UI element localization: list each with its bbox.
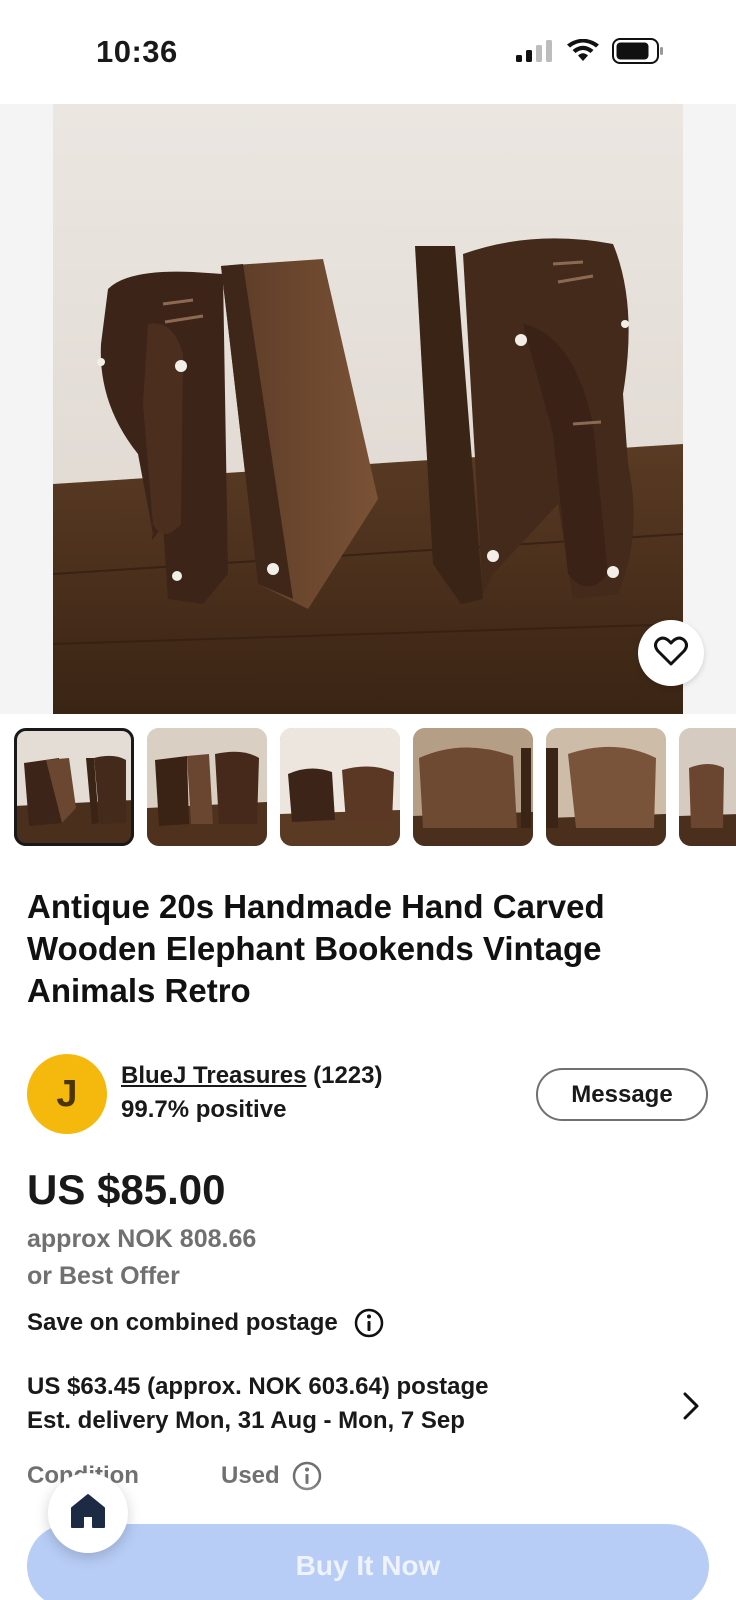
- postage-row[interactable]: US $63.45 (approx. NOK 603.64) postage E…: [27, 1370, 717, 1438]
- listing-title: Antique 20s Handmade Hand Carved Wooden …: [27, 888, 605, 1009]
- status-bar: 10:36: [0, 0, 736, 104]
- seller-feedback-count: (1223): [313, 1062, 383, 1089]
- price: US $85.00: [27, 1166, 226, 1213]
- combined-postage-row: Save on combined postage: [27, 1308, 384, 1338]
- seller-feedback-percent: 99.7% positive: [121, 1096, 287, 1123]
- postage-cost: US $63.45 (approx. NOK 603.64) postage: [27, 1373, 489, 1400]
- chevron-right-icon: [683, 1392, 699, 1425]
- home-button[interactable]: [48, 1473, 128, 1553]
- heart-icon: [654, 636, 688, 671]
- message-seller-button[interactable]: Message: [536, 1068, 708, 1121]
- buy-it-now-button[interactable]: Buy It Now: [27, 1524, 709, 1600]
- product-image-gallery[interactable]: [0, 104, 736, 714]
- status-time: 10:36: [96, 34, 178, 69]
- wifi-icon: [566, 38, 600, 68]
- image-thumbnail-strip[interactable]: [14, 728, 736, 846]
- product-main-image[interactable]: [53, 104, 683, 714]
- price-approx: approx NOK 808.66: [27, 1225, 257, 1253]
- seller-name-link[interactable]: BlueJ Treasures: [121, 1062, 306, 1089]
- combined-postage-label: Save on combined postage: [27, 1309, 338, 1336]
- home-icon: [68, 1492, 108, 1535]
- status-icons: [516, 38, 664, 69]
- estimated-delivery: Est. delivery Mon, 31 Aug - Mon, 7 Sep: [27, 1407, 465, 1434]
- thumbnail-1[interactable]: [14, 728, 134, 846]
- seller-avatar[interactable]: J: [27, 1054, 107, 1134]
- thumbnail-4[interactable]: [413, 728, 533, 846]
- thumbnail-6[interactable]: [679, 728, 736, 846]
- thumbnail-3[interactable]: [280, 728, 400, 846]
- thumbnail-5[interactable]: [546, 728, 666, 846]
- seller-info: BlueJ Treasures (1223): [121, 1062, 382, 1090]
- best-offer-label: or Best Offer: [27, 1262, 180, 1290]
- watchlist-heart-button[interactable]: [638, 620, 704, 686]
- battery-icon: [612, 38, 664, 69]
- cellular-signal-icon: [516, 40, 554, 67]
- info-icon[interactable]: [354, 1308, 384, 1338]
- thumbnail-2[interactable]: [147, 728, 267, 846]
